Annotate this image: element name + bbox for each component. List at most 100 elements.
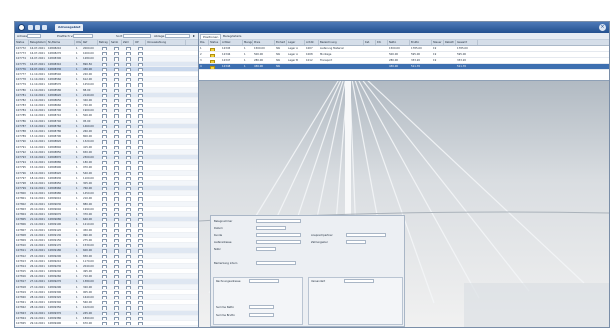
row-checkbox[interactable] [102, 228, 107, 232]
row-checkbox[interactable] [138, 254, 143, 258]
row-checkbox[interactable] [114, 176, 119, 180]
customer-input[interactable] [256, 233, 301, 237]
row-checkbox[interactable] [138, 301, 143, 305]
row-checkbox[interactable] [114, 244, 119, 248]
row-checkbox[interactable] [102, 301, 107, 305]
row-checkbox[interactable] [138, 135, 143, 139]
row-checkbox[interactable] [138, 62, 143, 66]
positions-column-header[interactable]: Bezeichnung [319, 40, 364, 45]
list-column-header[interactable]: Vorauszahlung [146, 40, 186, 45]
next-icon[interactable]: ▸ [193, 34, 195, 38]
row-checkbox[interactable] [138, 52, 143, 56]
row-checkbox[interactable] [114, 140, 119, 144]
positions-column-header[interactable]: Netto [388, 40, 410, 45]
row-checkbox[interactable] [126, 57, 131, 61]
row-checkbox[interactable] [126, 249, 131, 253]
row-checkbox[interactable] [126, 171, 131, 175]
row-checkbox[interactable] [138, 223, 143, 227]
row-checkbox[interactable] [138, 259, 143, 263]
row-checkbox[interactable] [126, 223, 131, 227]
positions-column-header[interactable]: Ktr. [376, 40, 388, 45]
row-checkbox[interactable] [102, 213, 107, 217]
row-checkbox[interactable] [114, 161, 119, 165]
row-checkbox[interactable] [114, 270, 119, 274]
list-column-header[interactable]: OP [134, 40, 146, 45]
positions-column-header[interactable]: Kst. [364, 40, 376, 45]
row-checkbox[interactable] [138, 311, 143, 315]
row-checkbox[interactable] [126, 181, 131, 186]
row-checkbox[interactable] [102, 285, 107, 289]
row-checkbox[interactable] [138, 140, 143, 144]
row-checkbox[interactable] [114, 88, 119, 92]
note-input[interactable] [256, 247, 276, 251]
row-checkbox[interactable] [126, 270, 131, 274]
row-checkbox[interactable] [126, 259, 131, 263]
row-checkbox[interactable] [114, 321, 119, 326]
row-checkbox[interactable] [126, 109, 131, 113]
row-checkbox[interactable] [102, 306, 107, 310]
row-checkbox[interactable] [126, 135, 131, 139]
row-checkbox[interactable] [114, 104, 119, 108]
row-checkbox[interactable] [102, 197, 107, 201]
row-checkbox[interactable] [102, 259, 107, 263]
row-checkbox[interactable] [138, 93, 143, 97]
row-checkbox[interactable] [138, 57, 143, 61]
row-checkbox[interactable] [126, 296, 131, 300]
row-checkbox[interactable] [102, 254, 107, 258]
row-checkbox[interactable] [138, 233, 143, 237]
row-checkbox[interactable] [114, 285, 119, 289]
close-icon[interactable]: × [599, 24, 606, 31]
row-checkbox[interactable] [102, 249, 107, 253]
positions-column-header[interactable]: Pos. [199, 40, 209, 45]
row-checkbox[interactable] [126, 62, 131, 66]
row-checkbox[interactable] [126, 218, 131, 222]
row-checkbox[interactable] [114, 311, 119, 315]
row-checkbox[interactable] [126, 161, 131, 165]
row-checkbox[interactable] [138, 166, 143, 170]
positions-column-header[interactable]: Lager [287, 40, 305, 45]
row-checkbox[interactable] [114, 301, 119, 305]
row-checkbox[interactable] [114, 290, 119, 294]
row-checkbox[interactable] [126, 176, 131, 180]
row-checkbox[interactable] [126, 88, 131, 92]
row-checkbox[interactable] [114, 83, 119, 87]
row-checkbox[interactable] [114, 93, 119, 97]
row-checkbox[interactable] [102, 161, 107, 165]
row-checkbox[interactable] [114, 202, 119, 206]
row-checkbox[interactable] [138, 290, 143, 294]
row-checkbox[interactable] [126, 192, 131, 196]
row-checkbox[interactable] [114, 254, 119, 258]
row-checkbox[interactable] [114, 259, 119, 263]
row-checkbox[interactable] [102, 290, 107, 294]
row-checkbox[interactable] [138, 98, 143, 103]
date-input[interactable] [256, 226, 286, 230]
shipping-method-select[interactable] [344, 279, 374, 283]
row-checkbox[interactable] [126, 316, 131, 320]
row-checkbox[interactable] [114, 150, 119, 154]
row-checkbox[interactable] [114, 145, 119, 149]
row-checkbox[interactable] [126, 130, 131, 134]
tab-document-details[interactable]: Belegdetails [221, 34, 243, 39]
row-checkbox[interactable] [114, 238, 119, 243]
sort-select[interactable] [123, 34, 151, 38]
positions-row[interactable]: 4 12348 1 430.00 Stk 430.00 511.70 511.70 [199, 64, 609, 70]
row-checkbox[interactable] [102, 135, 107, 139]
positions-column-header[interactable]: Rabatt [444, 40, 456, 45]
row-checkbox[interactable] [114, 78, 119, 82]
row-checkbox[interactable] [138, 316, 143, 320]
row-checkbox[interactable] [102, 67, 107, 71]
row-checkbox[interactable] [102, 187, 107, 191]
row-checkbox[interactable] [102, 233, 107, 237]
positions-column-header[interactable]: Brutto [410, 40, 432, 45]
row-checkbox[interactable] [102, 83, 107, 87]
row-checkbox[interactable] [114, 166, 119, 170]
row-checkbox[interactable] [102, 321, 107, 326]
row-checkbox[interactable] [138, 213, 143, 217]
back-icon[interactable] [28, 25, 33, 30]
row-checkbox[interactable] [102, 145, 107, 149]
row-checkbox[interactable] [138, 104, 143, 108]
row-checkbox[interactable] [102, 270, 107, 274]
row-checkbox[interactable] [138, 124, 143, 128]
row-checkbox[interactable] [102, 244, 107, 248]
row-checkbox[interactable] [138, 130, 143, 134]
